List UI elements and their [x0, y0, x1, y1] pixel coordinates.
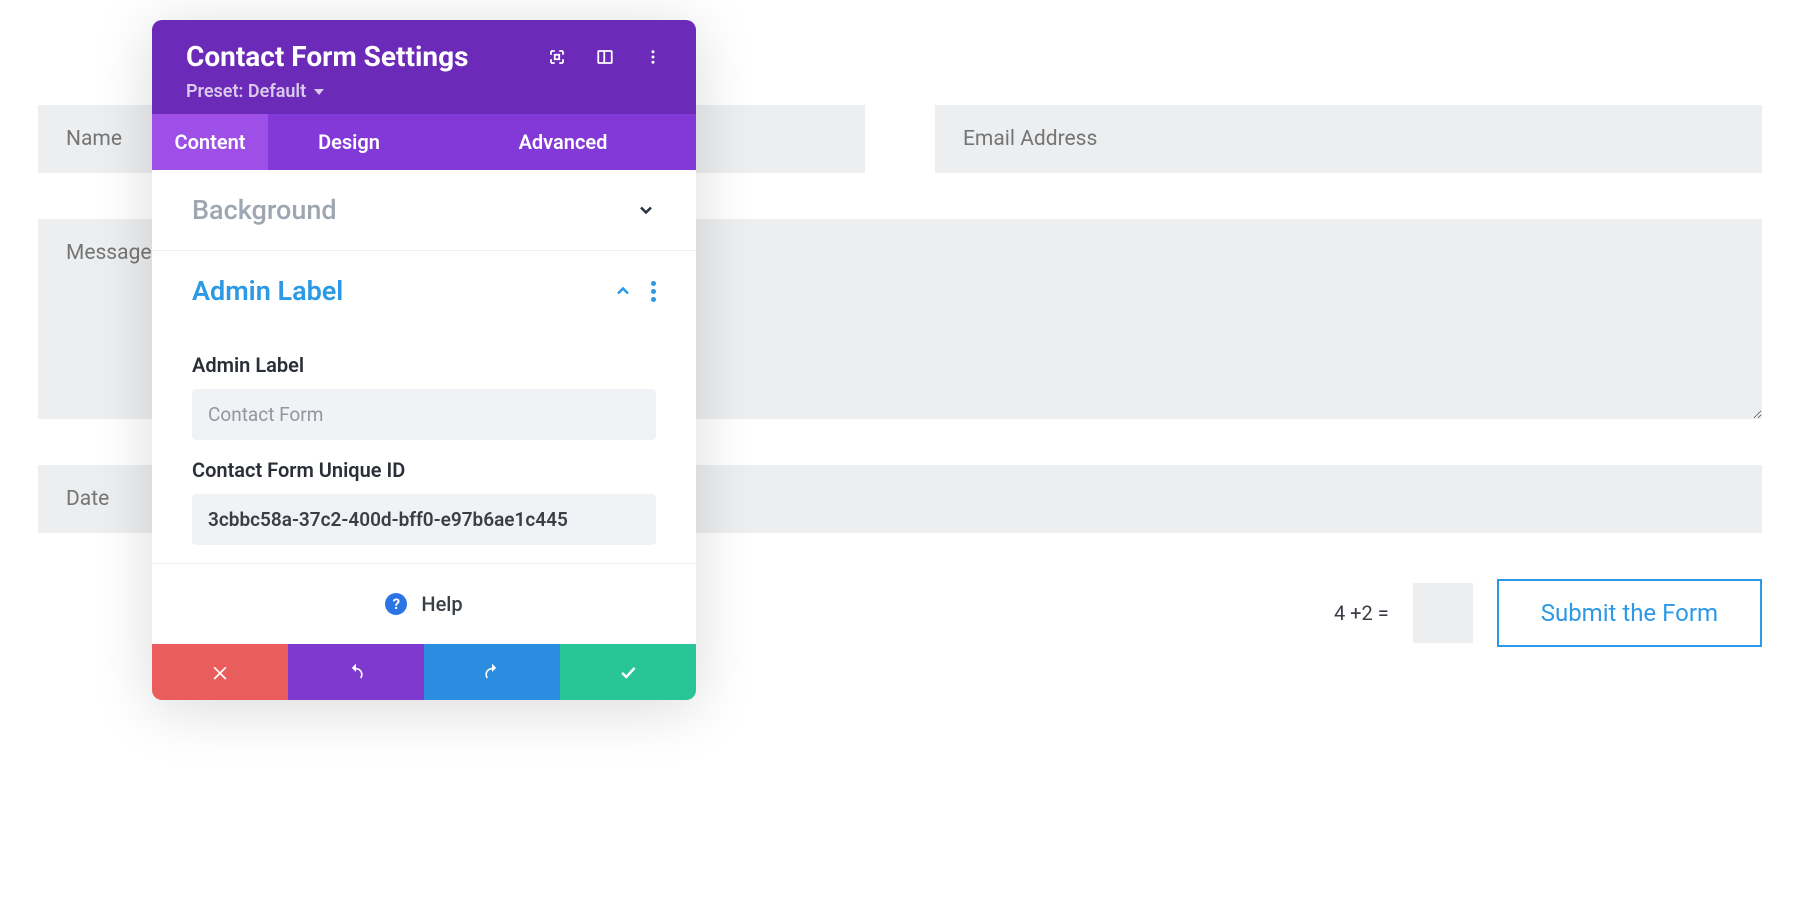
- save-button[interactable]: [560, 644, 696, 700]
- section-options-icon[interactable]: [651, 281, 656, 302]
- preset-label: Preset: Default: [186, 81, 306, 102]
- admin-label-field-label: Admin Label: [192, 353, 656, 377]
- help-icon: ?: [385, 593, 407, 615]
- section-background[interactable]: Background: [152, 170, 696, 251]
- tab-content[interactable]: Content: [152, 114, 268, 170]
- more-options-icon[interactable]: [644, 48, 662, 66]
- expand-icon[interactable]: [548, 48, 566, 66]
- admin-label-input[interactable]: [192, 389, 656, 440]
- panel-header[interactable]: Contact Form Settings Preset: Default: [152, 20, 696, 114]
- chevron-up-icon: [613, 281, 633, 301]
- snap-panel-icon[interactable]: [596, 48, 614, 66]
- settings-panel: Contact Form Settings Preset: Default Co…: [152, 20, 696, 700]
- captcha-question: 4 +2 =: [1334, 601, 1389, 625]
- email-input[interactable]: [935, 105, 1762, 173]
- tab-advanced[interactable]: Advanced: [430, 114, 696, 170]
- section-background-title: Background: [192, 194, 337, 226]
- panel-title: Contact Form Settings: [186, 40, 468, 73]
- unique-id-field-label: Contact Form Unique ID: [192, 458, 656, 482]
- chevron-down-icon: [636, 200, 656, 220]
- redo-button[interactable]: [424, 644, 560, 700]
- preset-dropdown[interactable]: Preset: Default: [186, 81, 324, 102]
- submit-button[interactable]: Submit the Form: [1497, 579, 1762, 647]
- undo-button[interactable]: [288, 644, 424, 700]
- section-admin-label-title: Admin Label: [192, 275, 343, 307]
- cancel-button[interactable]: [152, 644, 288, 700]
- unique-id-input[interactable]: [192, 494, 656, 545]
- caret-down-icon: [314, 89, 324, 95]
- help-label: Help: [421, 592, 462, 616]
- tab-design[interactable]: Design: [268, 114, 430, 170]
- captcha-answer-input[interactable]: [1413, 583, 1473, 643]
- section-admin-label[interactable]: Admin Label: [152, 251, 696, 331]
- help-button[interactable]: ? Help: [152, 563, 696, 644]
